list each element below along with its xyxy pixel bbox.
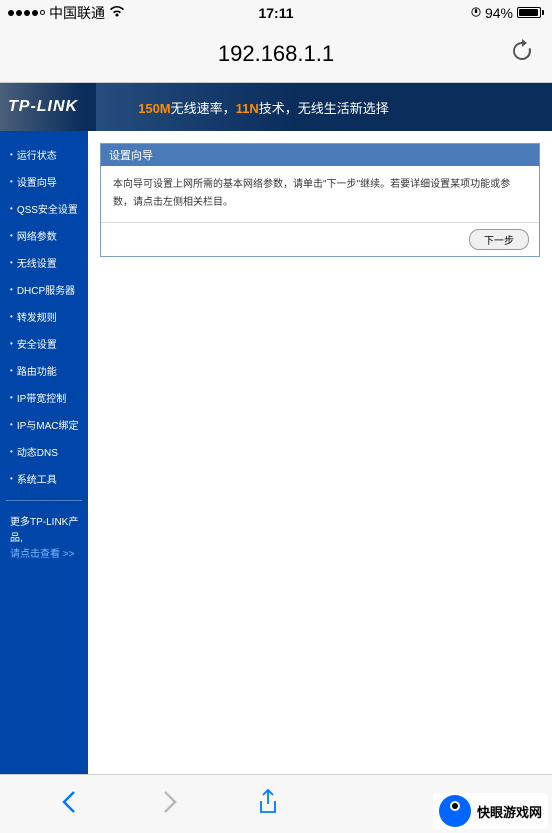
ios-status-bar: 中国联通 17:11 94% bbox=[0, 0, 552, 25]
tplink-logo: TP-LINK bbox=[0, 98, 78, 116]
sidebar-item-network[interactable]: 网络参数 bbox=[0, 222, 88, 249]
content-area: 设置向导 本向导可设置上网所需的基本网络参数，请单击"下一步"继续。若要详细设置… bbox=[88, 131, 552, 774]
battery-percent: 94% bbox=[485, 5, 513, 21]
tplink-banner: TP-LINK 150M无线速率，11N技术，无线生活新选择 bbox=[0, 83, 552, 131]
sidebar-item-qss[interactable]: QSS安全设置 bbox=[0, 195, 88, 222]
web-content: TP-LINK 150M无线速率，11N技术，无线生活新选择 运行状态 设置向导… bbox=[0, 83, 552, 774]
browser-address-bar[interactable]: 192.168.1.1 bbox=[0, 25, 552, 83]
sidebar-item-forward[interactable]: 转发规则 bbox=[0, 303, 88, 330]
banner-slogan: 150M无线速率，11N技术，无线生活新选择 bbox=[138, 98, 389, 117]
sidebar-item-bandwidth[interactable]: IP带宽控制 bbox=[0, 384, 88, 411]
sidebar-footer[interactable]: 更多TP-LINK产品, 请点击查看 >> bbox=[0, 509, 88, 569]
sidebar: 运行状态 设置向导 QSS安全设置 网络参数 无线设置 DHCP服务器 转发规则… bbox=[0, 131, 88, 774]
forward-button[interactable] bbox=[158, 788, 180, 821]
share-button[interactable] bbox=[257, 788, 279, 821]
watermark-text: 快眼游戏网 bbox=[477, 802, 542, 821]
wizard-box: 设置向导 本向导可设置上网所需的基本网络参数，请单击"下一步"继续。若要详细设置… bbox=[100, 143, 540, 257]
sidebar-item-wireless[interactable]: 无线设置 bbox=[0, 249, 88, 276]
sidebar-item-status[interactable]: 运行状态 bbox=[0, 141, 88, 168]
sidebar-item-security[interactable]: 安全设置 bbox=[0, 330, 88, 357]
status-time: 17:11 bbox=[258, 5, 293, 21]
wifi-icon bbox=[109, 5, 125, 21]
main-layout: 运行状态 设置向导 QSS安全设置 网络参数 无线设置 DHCP服务器 转发规则… bbox=[0, 131, 552, 774]
sidebar-item-ipmac[interactable]: IP与MAC绑定 bbox=[0, 411, 88, 438]
next-button[interactable]: 下一步 bbox=[469, 229, 529, 250]
wizard-footer: 下一步 bbox=[101, 222, 539, 256]
battery-icon bbox=[517, 7, 544, 18]
refresh-button[interactable] bbox=[508, 37, 536, 70]
signal-strength-icon bbox=[8, 10, 45, 16]
wizard-body: 本向导可设置上网所需的基本网络参数，请单击"下一步"继续。若要详细设置某项功能或… bbox=[101, 166, 539, 222]
sidebar-item-ddns[interactable]: 动态DNS bbox=[0, 438, 88, 465]
sidebar-item-wizard[interactable]: 设置向导 bbox=[0, 168, 88, 195]
wizard-header: 设置向导 bbox=[101, 144, 539, 166]
status-left: 中国联通 bbox=[8, 3, 125, 23]
back-button[interactable] bbox=[59, 788, 81, 821]
watermark: 快眼游戏网 bbox=[433, 793, 548, 829]
sidebar-item-routing[interactable]: 路由功能 bbox=[0, 357, 88, 384]
url-text: 192.168.1.1 bbox=[218, 41, 334, 67]
sidebar-item-dhcp[interactable]: DHCP服务器 bbox=[0, 276, 88, 303]
sidebar-separator bbox=[6, 500, 82, 501]
carrier-label: 中国联通 bbox=[49, 3, 105, 23]
rotation-lock-icon bbox=[471, 5, 481, 21]
sidebar-item-system[interactable]: 系统工具 bbox=[0, 465, 88, 492]
watermark-icon bbox=[439, 795, 471, 827]
status-right: 94% bbox=[471, 5, 544, 21]
